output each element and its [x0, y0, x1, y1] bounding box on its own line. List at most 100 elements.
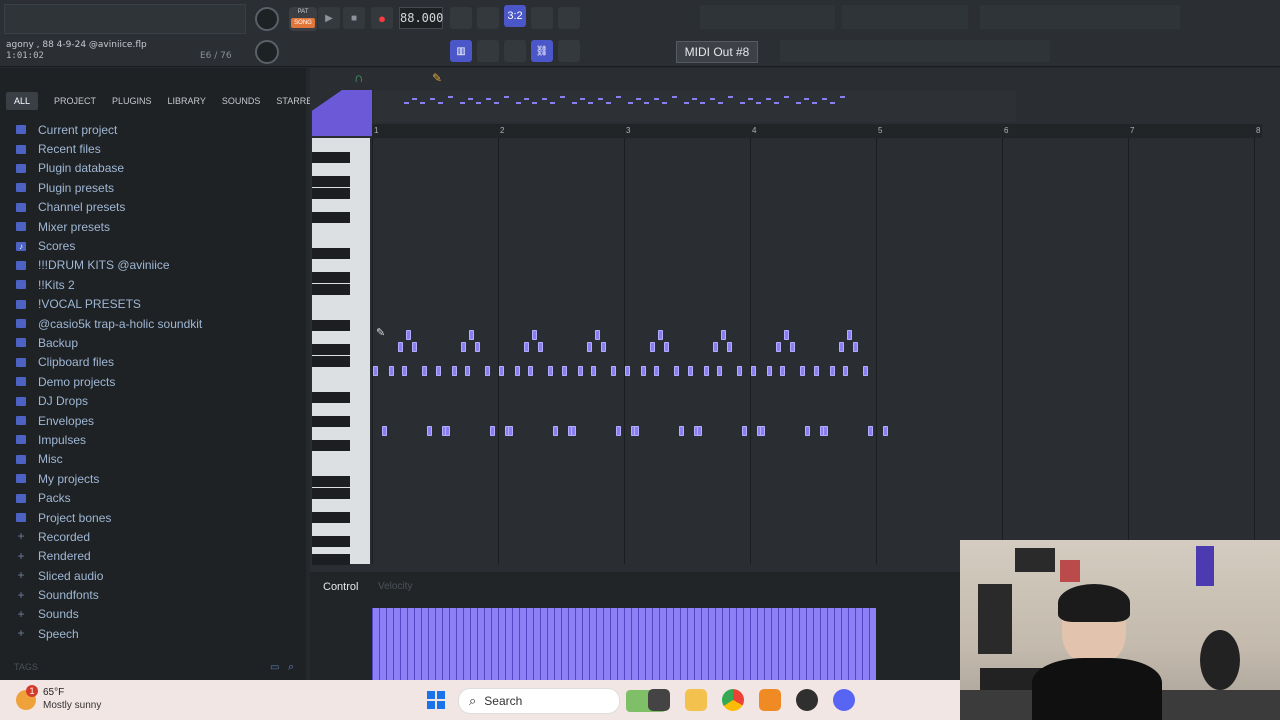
browser-item[interactable]: Misc: [10, 450, 304, 469]
browser-item[interactable]: Backup: [10, 333, 304, 352]
folder-app-icon[interactable]: [685, 689, 707, 711]
midi-out-display[interactable]: MIDI Out #8: [676, 41, 758, 63]
tab-all[interactable]: ALL: [6, 92, 39, 110]
browser-item[interactable]: !!!DRUM KITS @aviniice: [10, 256, 304, 275]
midi-note[interactable]: [524, 342, 529, 352]
black-key[interactable]: [312, 284, 350, 295]
taskbar-search[interactable]: ⌕ Search: [458, 688, 620, 714]
midi-note[interactable]: [868, 426, 873, 436]
midi-note[interactable]: [790, 342, 795, 352]
midi-note[interactable]: [373, 366, 378, 376]
black-key[interactable]: [312, 344, 350, 355]
window-buttons[interactable]: [780, 40, 1050, 62]
pencil-icon[interactable]: ✎: [432, 71, 442, 85]
midi-note[interactable]: [538, 342, 543, 352]
midi-note[interactable]: [839, 342, 844, 352]
timeline-ruler[interactable]: 1 2 3 4 5 6 7 8: [372, 124, 1262, 138]
pat-song-toggle[interactable]: PAT SONG: [289, 7, 317, 31]
browser-item[interactable]: Impulses: [10, 430, 304, 449]
midi-note[interactable]: [499, 366, 504, 376]
weather-temp[interactable]: 65°F: [43, 687, 64, 698]
midi-note[interactable]: [515, 366, 520, 376]
browser-item[interactable]: Demo projects: [10, 372, 304, 391]
control-label[interactable]: Control: [323, 581, 358, 593]
midi-note[interactable]: [427, 426, 432, 436]
piano-keyboard-button[interactable]: ▥: [450, 40, 472, 62]
midi-note[interactable]: [508, 426, 513, 436]
black-key[interactable]: [312, 176, 350, 187]
tool-button-b[interactable]: [504, 40, 526, 62]
midi-note[interactable]: [776, 342, 781, 352]
discord-icon[interactable]: [833, 689, 855, 711]
midi-note[interactable]: [780, 366, 785, 376]
browser-item[interactable]: My projects: [10, 469, 304, 488]
folder-icon[interactable]: ▭: [270, 662, 279, 673]
chrome-icon[interactable]: [722, 689, 744, 711]
black-key[interactable]: [312, 320, 350, 331]
main-volume-knob[interactable]: [255, 7, 279, 31]
browser-item[interactable]: Packs: [10, 488, 304, 507]
weather-desc[interactable]: Mostly sunny: [43, 700, 101, 711]
magnet-icon[interactable]: ∩: [354, 70, 363, 85]
tool-button-a[interactable]: [477, 40, 499, 62]
midi-note[interactable]: [465, 366, 470, 376]
midi-note[interactable]: [436, 366, 441, 376]
browser-item[interactable]: + Recorded: [10, 527, 304, 546]
tempo-display[interactable]: 88.000: [399, 7, 443, 29]
midi-note[interactable]: [601, 342, 606, 352]
browser-item[interactable]: Recent files: [10, 139, 304, 158]
midi-note[interactable]: [591, 366, 596, 376]
midi-note[interactable]: [679, 426, 684, 436]
stop-button[interactable]: ■: [343, 7, 365, 29]
midi-note[interactable]: [863, 366, 868, 376]
browser-item[interactable]: + Rendered: [10, 547, 304, 566]
midi-note[interactable]: [490, 426, 495, 436]
black-key[interactable]: [312, 272, 350, 283]
tab-plugins[interactable]: PLUGINS: [104, 92, 160, 110]
tab-project[interactable]: PROJECT: [46, 92, 104, 110]
midi-note[interactable]: [641, 366, 646, 376]
black-key[interactable]: [312, 440, 350, 451]
midi-note[interactable]: [402, 366, 407, 376]
browser-item[interactable]: Current project: [10, 120, 304, 139]
midi-note[interactable]: [742, 426, 747, 436]
midi-note[interactable]: [823, 426, 828, 436]
midi-note[interactable]: [528, 366, 533, 376]
black-key[interactable]: [312, 212, 350, 223]
wait-button[interactable]: [477, 7, 499, 29]
record-button[interactable]: ●: [371, 7, 393, 29]
app-icon[interactable]: [796, 689, 818, 711]
midi-note[interactable]: [398, 342, 403, 352]
main-pitch-knob[interactable]: [255, 40, 279, 64]
step-button[interactable]: [558, 7, 580, 29]
metronome-button[interactable]: [450, 7, 472, 29]
midi-note[interactable]: [697, 426, 702, 436]
tab-library[interactable]: LIBRARY: [160, 92, 214, 110]
midi-note[interactable]: [664, 342, 669, 352]
midi-note[interactable]: [883, 426, 888, 436]
browser-item[interactable]: + Soundfonts: [10, 585, 304, 604]
midi-note[interactable]: [553, 426, 558, 436]
browser-item[interactable]: Mixer presets: [10, 217, 304, 236]
black-key[interactable]: [312, 476, 350, 487]
browser-item[interactable]: @casio5k trap-a-holic soundkit: [10, 314, 304, 333]
browser-item[interactable]: + Speech: [10, 624, 304, 643]
piano-keyboard[interactable]: [312, 138, 370, 565]
midi-note[interactable]: [461, 342, 466, 352]
black-key[interactable]: [312, 248, 350, 259]
midi-note[interactable]: [737, 366, 742, 376]
black-key[interactable]: [312, 488, 350, 499]
midi-note[interactable]: [611, 366, 616, 376]
play-button[interactable]: ▶: [318, 7, 340, 29]
midi-note[interactable]: [412, 342, 417, 352]
black-key[interactable]: [312, 536, 350, 547]
black-key[interactable]: [312, 356, 350, 367]
midi-note[interactable]: [452, 366, 457, 376]
midi-note[interactable]: [422, 366, 427, 376]
midi-note[interactable]: [688, 366, 693, 376]
midi-note[interactable]: [625, 366, 630, 376]
browser-item[interactable]: + Sounds: [10, 605, 304, 624]
midi-note[interactable]: [814, 366, 819, 376]
black-key[interactable]: [312, 512, 350, 523]
midi-note[interactable]: [382, 426, 387, 436]
